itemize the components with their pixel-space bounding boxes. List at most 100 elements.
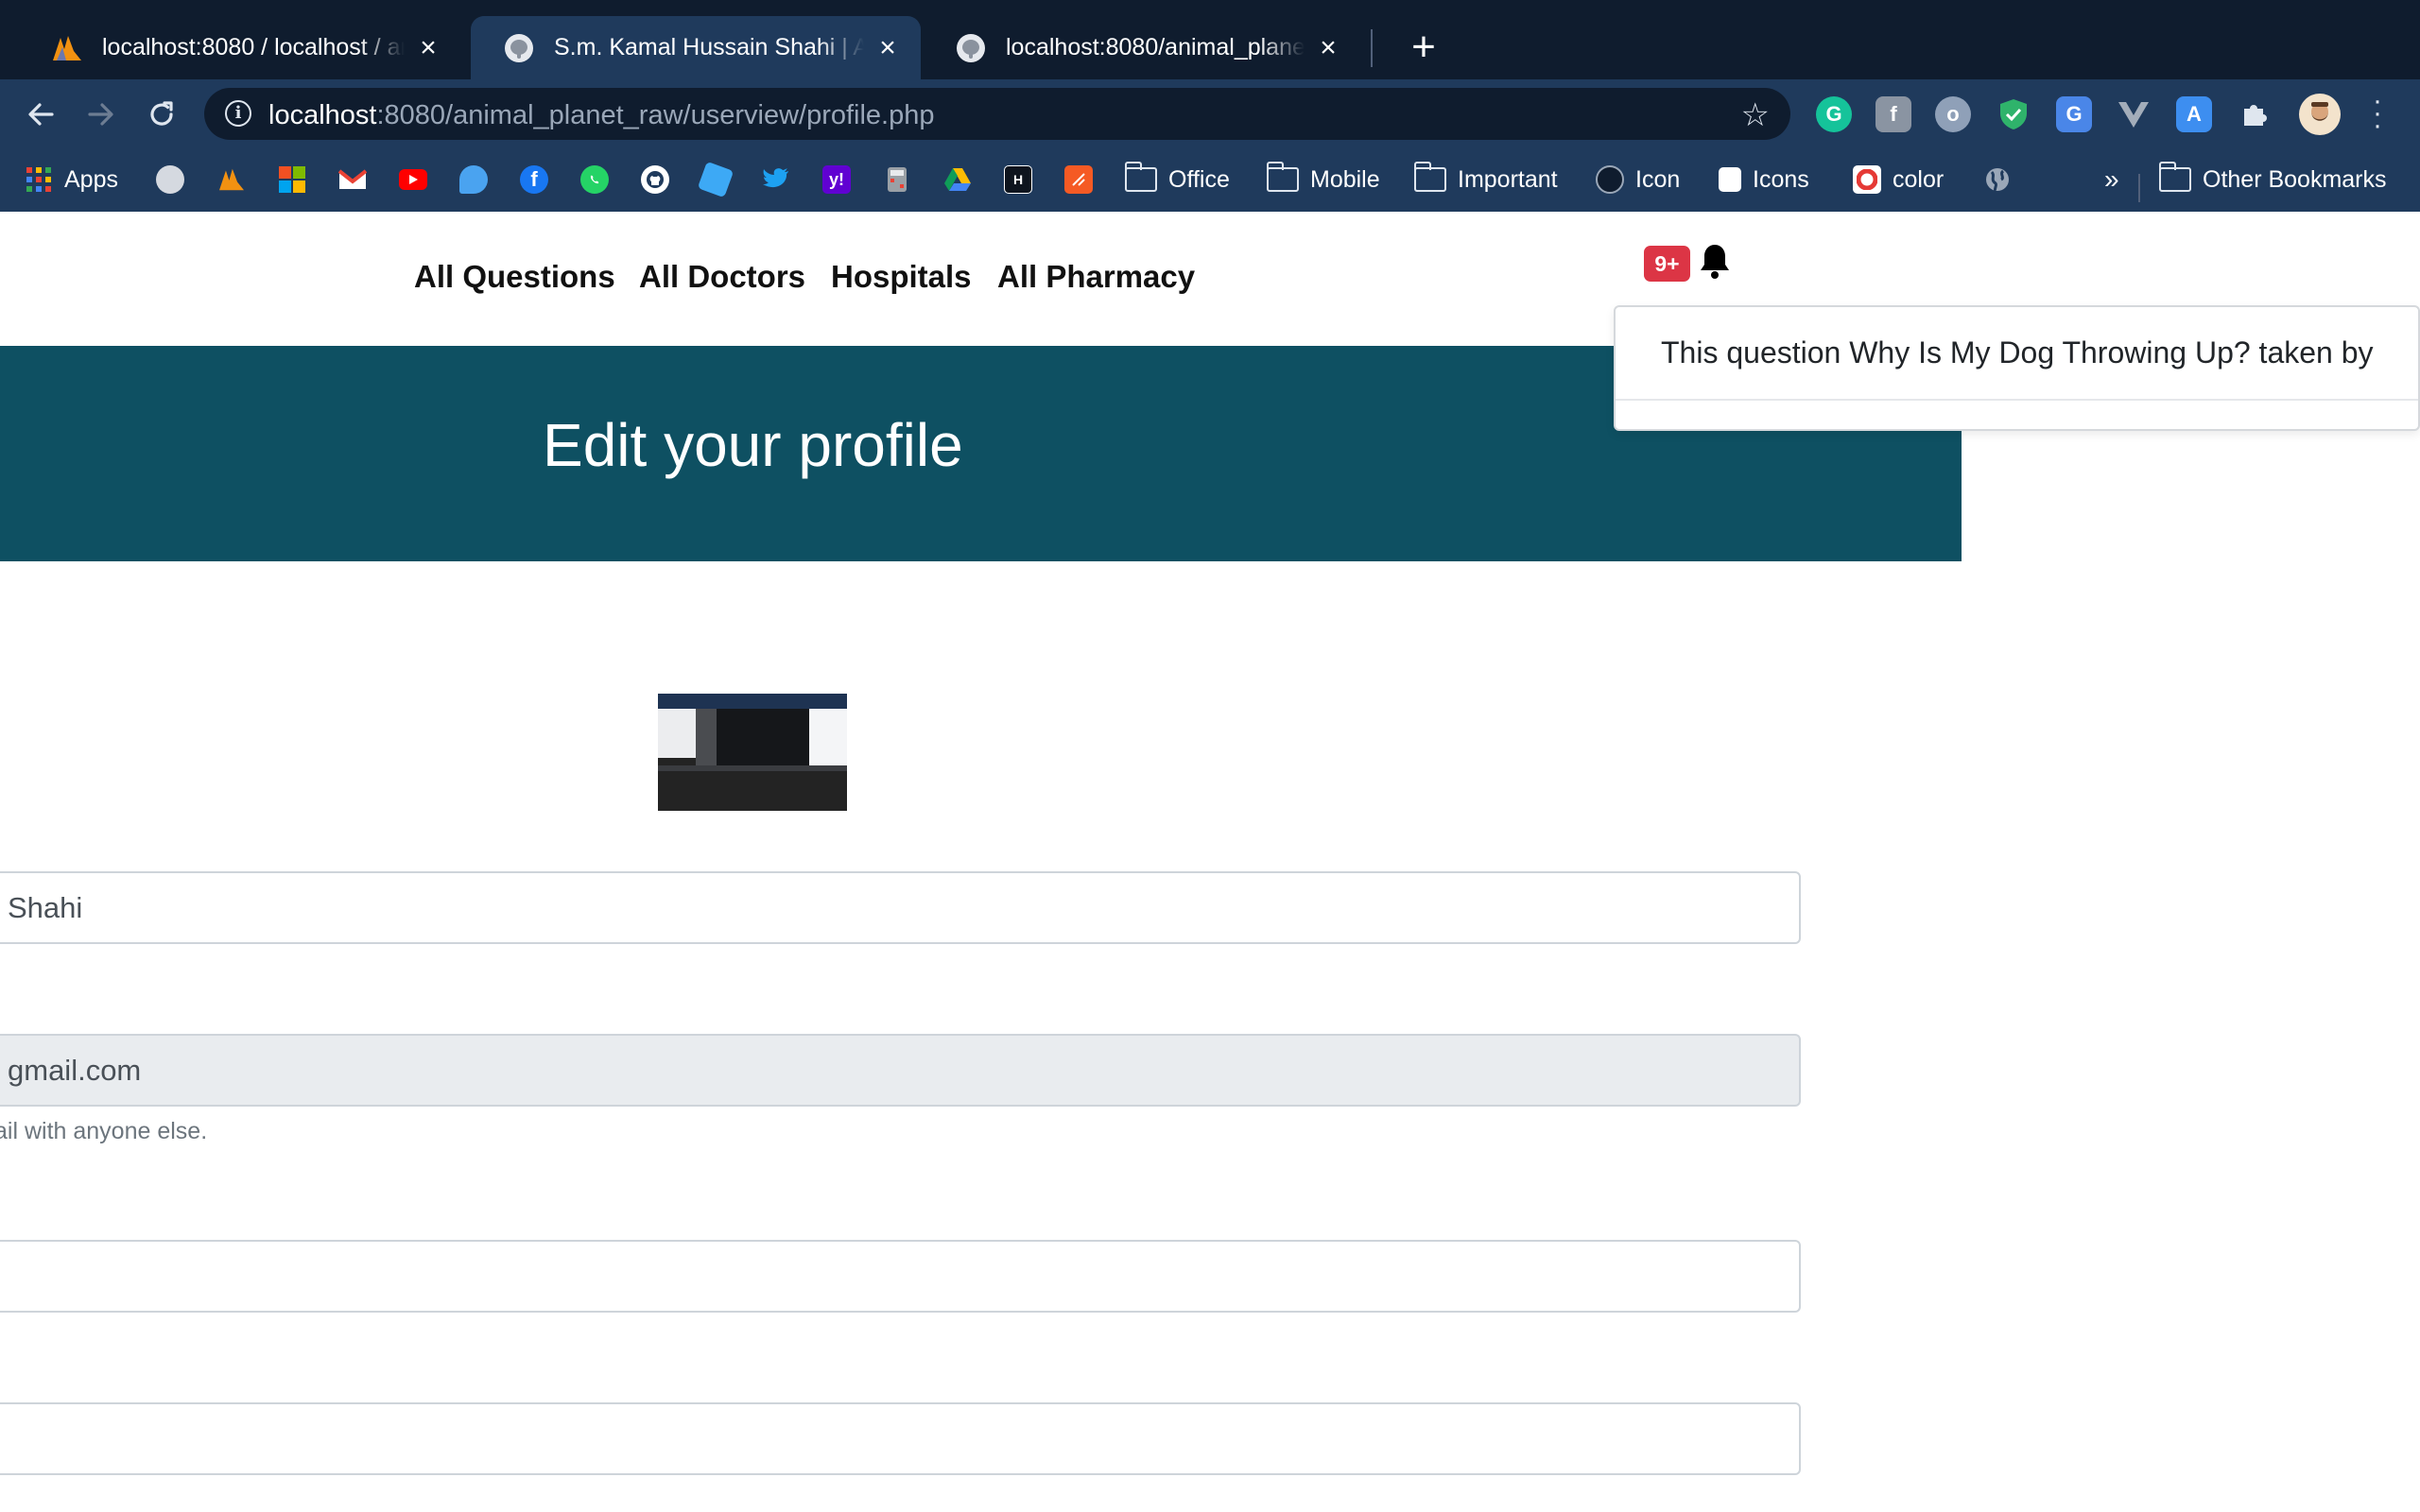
tab-title: localhost:8080 / localhost / animal_plan… (102, 34, 405, 60)
bookmark-star-icon[interactable]: ☆ (1741, 96, 1770, 134)
facebook-icon[interactable]: f (1876, 96, 1911, 132)
nav-all-doctors[interactable]: All Doctors (639, 259, 805, 295)
bookmark-calculator[interactable] (883, 163, 911, 197)
bookmark-folder-important[interactable]: Important (1414, 162, 1558, 197)
nav-all-pharmacy[interactable]: All Pharmacy (997, 259, 1195, 295)
notification-dropdown: This question Why Is My Dog Throwing Up?… (1614, 305, 2420, 431)
app-icon (697, 161, 735, 198)
bookmark-twitter[interactable] (762, 163, 790, 197)
bookmark-app[interactable] (697, 161, 735, 198)
url-text[interactable]: localhost:8080/animal_planet_raw/uservie… (268, 100, 935, 131)
nav-hospitals[interactable]: Hospitals (831, 259, 972, 295)
arrow-left-icon (28, 103, 54, 126)
hackerrank-icon: H (1004, 165, 1032, 194)
tab-title: localhost:8080/animal_planet_raw (1006, 34, 1305, 60)
bookmark-elephant[interactable] (156, 163, 184, 197)
bookmark-color[interactable]: color (1853, 163, 1944, 197)
bookmark-label: Mobile (1310, 165, 1380, 193)
google-drive-icon (943, 165, 972, 194)
tab-separator (1371, 29, 1373, 67)
bookmark-apps[interactable]: Apps (25, 163, 118, 197)
close-icon[interactable]: × (1312, 32, 1344, 64)
puzzle-icon[interactable] (2237, 96, 2273, 132)
new-tab-button[interactable]: + (1397, 23, 1450, 76)
bookmark-folder-mobile[interactable]: Mobile (1267, 162, 1380, 197)
bookmark-google-drive[interactable] (943, 163, 972, 197)
address-bar[interactable]: i localhost:8080/animal_planet_raw/userv… (204, 88, 1790, 140)
microsoft-icon (278, 165, 306, 194)
notification-item[interactable]: This question Why Is My Dog Throwing Up?… (1661, 335, 2374, 370)
bookmark-hackerrank[interactable]: H (1004, 163, 1032, 197)
thumbnail-detail (658, 694, 847, 709)
email-input[interactable]: gmail.com (0, 1034, 1801, 1107)
app-icon (1064, 165, 1093, 194)
text-input[interactable] (0, 1240, 1801, 1313)
dropdown-divider (1616, 399, 2418, 401)
bookmark-folder-office[interactable]: Office (1125, 162, 1230, 197)
browser-menu-icon[interactable]: · · · (2363, 87, 2392, 140)
app-icon[interactable]: A (2176, 96, 2212, 132)
close-icon[interactable]: × (412, 32, 444, 64)
reload-button[interactable] (140, 93, 183, 136)
email-help-text: ail with anyone else. (0, 1118, 208, 1144)
page-title: Edit your profile (543, 411, 963, 479)
profile-avatar-icon[interactable] (2299, 94, 2341, 135)
thumbnail-detail (717, 709, 811, 767)
vue-icon[interactable] (2116, 96, 2152, 132)
folder-icon (1414, 162, 1446, 192)
icons-site-icon (1719, 167, 1741, 192)
bookmark-microsoft[interactable] (278, 163, 306, 197)
bookmark-gmail[interactable] (338, 163, 367, 197)
bookmark-label: color (1893, 165, 1945, 193)
bookmark-youtube[interactable] (399, 163, 427, 197)
browser-tab-strip: localhost:8080 / localhost / animal_plan… (0, 0, 2420, 79)
bookmark-globe[interactable] (1983, 163, 2012, 197)
tab-title: S.m. Kamal Hussain Shahi | Animal Planet (554, 34, 864, 60)
bookmark-github[interactable] (641, 163, 669, 197)
disconnect-icon[interactable]: o (1935, 96, 1971, 132)
shield-icon[interactable] (1996, 96, 2031, 132)
info-icon[interactable]: i (225, 100, 251, 127)
gmail-icon (338, 165, 367, 194)
bookmark-yahoo[interactable]: y! (822, 163, 851, 197)
globe-icon (1983, 165, 2012, 194)
twitter-icon (762, 165, 790, 194)
folder-icon (2159, 162, 2191, 192)
tab-animal-planet-raw[interactable]: localhost:8080/animal_planet_raw × (923, 16, 1361, 79)
phpmyadmin-icon (51, 32, 83, 64)
messenger-icon (459, 165, 488, 194)
bookmark-facebook[interactable]: f (520, 163, 548, 197)
color-site-icon (1853, 165, 1881, 194)
name-input[interactable]: Shahi (0, 871, 1801, 944)
phpmyadmin-icon (217, 165, 246, 194)
back-button[interactable] (19, 93, 62, 136)
thumbnail-detail (658, 709, 696, 758)
calculator-icon (883, 165, 911, 194)
forward-button[interactable] (79, 93, 123, 136)
grammarly-icon[interactable]: G (1816, 96, 1852, 132)
bookmark-messenger[interactable] (459, 163, 488, 197)
close-icon[interactable]: × (872, 32, 904, 64)
bookmark-label: Other Bookmarks (2203, 165, 2387, 193)
youtube-icon (399, 169, 427, 190)
bookmark-icon[interactable]: Icon (1596, 163, 1680, 197)
bookmark-icons[interactable]: Icons (1719, 163, 1809, 197)
tab-phpmyadmin[interactable]: localhost:8080 / localhost / animal_plan… (19, 16, 461, 79)
bookmark-phpmyadmin[interactable] (217, 163, 246, 197)
nav-all-questions[interactable]: All Questions (414, 259, 615, 295)
bell-icon[interactable] (1698, 242, 1732, 280)
text-input[interactable] (0, 1402, 1801, 1475)
bookmark-whatsapp[interactable] (580, 163, 609, 197)
tab-profile[interactable]: S.m. Kamal Hussain Shahi | Animal Planet… (471, 16, 921, 79)
yahoo-icon: y! (822, 165, 851, 194)
bookmark-app-orange[interactable] (1064, 163, 1093, 197)
notification-count-badge[interactable]: 9+ (1644, 246, 1690, 282)
google-translate-icon[interactable]: G (2056, 96, 2092, 132)
bookmarks-overflow-button[interactable]: » (2104, 163, 2119, 197)
profile-image[interactable] (658, 694, 847, 811)
web-page: All Questions All Doctors Hospitals All … (0, 212, 2420, 1512)
bookmark-folder-other[interactable]: Other Bookmarks (2159, 162, 2387, 197)
bookmark-label: Icon (1635, 165, 1681, 193)
thumbnail-detail (658, 765, 847, 771)
bookmark-label: Important (1458, 165, 1558, 193)
